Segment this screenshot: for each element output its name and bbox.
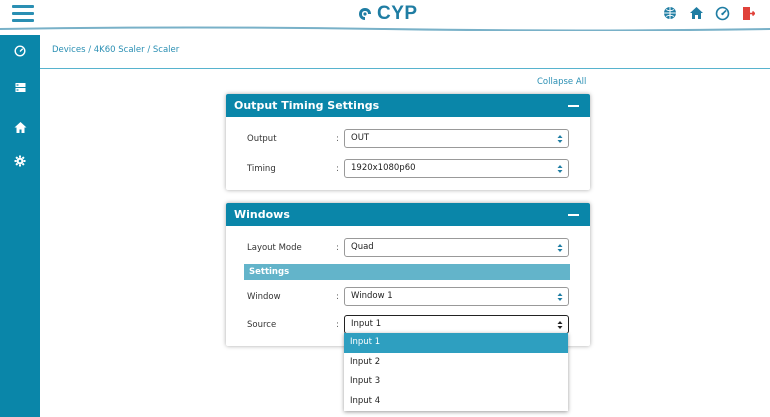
select-arrows-icon bbox=[557, 293, 563, 301]
select-arrows-icon bbox=[557, 165, 563, 173]
output-timing-panel: Output Timing Settings Output : OUT Timi… bbox=[226, 94, 590, 190]
timing-label: Timing bbox=[247, 164, 276, 174]
header-wave-divider bbox=[0, 26, 770, 31]
dashboard-icon bbox=[14, 45, 26, 57]
source-row: Source : Input 1 bbox=[247, 315, 569, 335]
output-row: Output : OUT bbox=[247, 129, 569, 149]
hamburger-menu-icon[interactable] bbox=[12, 5, 34, 23]
sidebar-item-dashboard[interactable] bbox=[0, 39, 40, 63]
globe-icon[interactable] bbox=[662, 5, 678, 21]
window-select[interactable]: Window 1 bbox=[344, 287, 569, 306]
colon-separator: : bbox=[336, 164, 339, 174]
settings-section-bar: Settings bbox=[244, 264, 570, 280]
source-label: Source bbox=[247, 320, 277, 330]
window-label: Window bbox=[247, 292, 281, 302]
window-row: Window : Window 1 bbox=[247, 287, 569, 307]
top-header: CYP bbox=[0, 0, 770, 31]
sidebar-item-settings[interactable] bbox=[0, 149, 40, 173]
window-select-value: Window 1 bbox=[351, 291, 393, 301]
panel-title: Windows bbox=[234, 208, 290, 221]
source-option-input-1[interactable]: Input 1 bbox=[344, 333, 568, 353]
source-option-input-2[interactable]: Input 2 bbox=[344, 353, 568, 373]
collapse-minus-icon[interactable] bbox=[568, 105, 579, 107]
source-dropdown-list: Input 1 Input 2 Input 3 Input 4 bbox=[344, 333, 568, 411]
timing-row: Timing : 1920x1080p60 bbox=[247, 159, 569, 179]
sidebar-item-home-network[interactable] bbox=[0, 115, 40, 139]
layout-mode-select[interactable]: Quad bbox=[344, 238, 569, 257]
settings-gear-icon bbox=[14, 155, 26, 167]
home-icon[interactable] bbox=[688, 5, 704, 21]
cyp-logo-icon bbox=[359, 8, 371, 20]
dashboard-icon[interactable] bbox=[714, 5, 730, 21]
select-arrows-icon bbox=[557, 321, 563, 329]
output-label: Output bbox=[247, 134, 277, 144]
source-option-input-4[interactable]: Input 4 bbox=[344, 392, 568, 412]
home-network-icon bbox=[14, 121, 26, 133]
source-option-input-3[interactable]: Input 3 bbox=[344, 372, 568, 392]
breadcrumb-divider bbox=[40, 68, 770, 69]
layout-mode-row: Layout Mode : Quad bbox=[247, 238, 569, 258]
logo-text: CYP bbox=[377, 3, 418, 24]
colon-separator: : bbox=[336, 320, 339, 330]
select-arrows-icon bbox=[557, 135, 563, 143]
collapse-minus-icon[interactable] bbox=[568, 214, 579, 216]
device-list-icon bbox=[15, 82, 25, 92]
layout-mode-value: Quad bbox=[351, 242, 374, 252]
select-arrows-icon bbox=[557, 244, 563, 252]
colon-separator: : bbox=[336, 292, 339, 302]
windows-panel-header[interactable]: Windows bbox=[226, 203, 590, 226]
colon-separator: : bbox=[336, 243, 339, 253]
sidebar bbox=[0, 35, 40, 417]
source-select[interactable]: Input 1 bbox=[344, 315, 569, 334]
logout-icon[interactable] bbox=[740, 5, 756, 21]
source-select-value: Input 1 bbox=[351, 319, 382, 329]
output-timing-panel-header[interactable]: Output Timing Settings bbox=[226, 94, 590, 117]
collapse-all-link[interactable]: Collapse All bbox=[537, 77, 586, 87]
panel-title: Output Timing Settings bbox=[234, 99, 380, 112]
output-select[interactable]: OUT bbox=[344, 129, 569, 148]
windows-panel: Windows Layout Mode : Quad Settings Wind… bbox=[226, 203, 590, 346]
colon-separator: : bbox=[336, 134, 339, 144]
sidebar-item-devices[interactable] bbox=[0, 75, 40, 99]
timing-select-value: 1920x1080p60 bbox=[351, 163, 416, 173]
breadcrumb[interactable]: Devices / 4K60 Scaler / Scaler bbox=[52, 45, 179, 55]
output-select-value: OUT bbox=[351, 133, 370, 143]
cyp-logo: CYP bbox=[357, 3, 418, 25]
timing-select[interactable]: 1920x1080p60 bbox=[344, 159, 569, 178]
layout-mode-label: Layout Mode bbox=[247, 243, 302, 253]
